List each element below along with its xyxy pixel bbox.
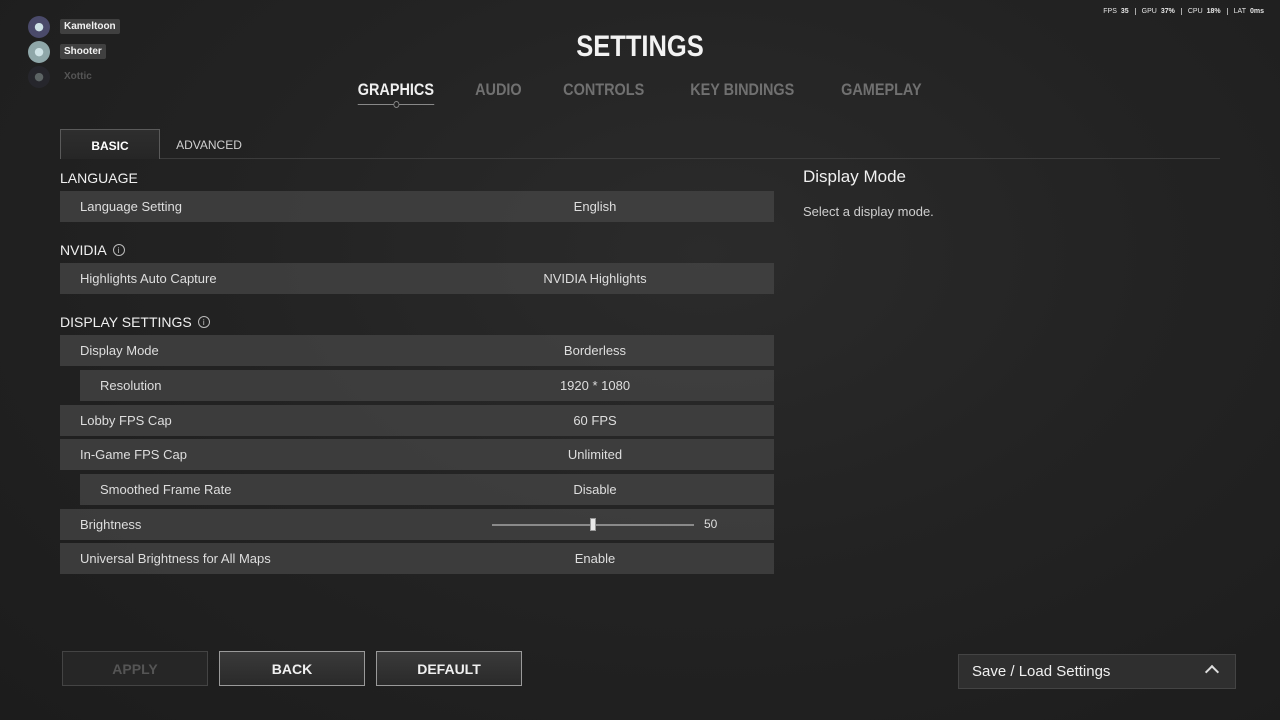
subtab-basic[interactable]: BASIC [60, 129, 160, 159]
detail-title: Display Mode [803, 167, 906, 186]
setting-value[interactable]: NVIDIA Highlights [460, 263, 730, 294]
brightness-value: 50 [704, 517, 718, 531]
setting-value[interactable]: Unlimited [460, 439, 730, 470]
setting-lobby-fps-cap[interactable]: Lobby FPS Cap 60 FPS [60, 405, 774, 436]
avatar: ● [28, 15, 50, 38]
stat-lat: LAT 0ms [1233, 8, 1264, 15]
default-button[interactable]: DEFAULT [376, 651, 522, 686]
setting-resolution[interactable]: Resolution 1920 * 1080 [80, 370, 774, 401]
tab-graphics[interactable]: GRAPHICS [358, 80, 435, 108]
tab-controls[interactable]: CONTROLS [563, 80, 644, 105]
stat-cpu: CPU 18% [1182, 8, 1228, 15]
tab-gameplay[interactable]: GAMEPLAY [841, 80, 922, 105]
info-icon[interactable]: i [112, 244, 125, 256]
save-load-settings-dropdown[interactable]: Save / Load Settings [958, 654, 1236, 689]
setting-ingame-fps-cap[interactable]: In-Game FPS Cap Unlimited [60, 439, 774, 470]
page-title: SETTINGS [576, 30, 704, 63]
setting-universal-brightness[interactable]: Universal Brightness for All Maps Enable [60, 543, 774, 574]
tab-audio[interactable]: AUDIO [475, 80, 522, 105]
setting-smoothed-frame-rate[interactable]: Smoothed Frame Rate Disable [80, 474, 774, 505]
stat-gpu: GPU 37% [1136, 8, 1182, 15]
setting-value[interactable]: Disable [460, 474, 730, 505]
section-display-title: DISPLAY SETTINGS i [60, 314, 210, 330]
setting-value[interactable]: Borderless [460, 335, 730, 366]
info-icon[interactable]: i [197, 316, 210, 328]
slider-thumb[interactable] [590, 518, 596, 531]
section-language-title: LANGUAGE [60, 170, 138, 186]
subtab-advanced[interactable]: ADVANCED [160, 129, 258, 158]
apply-button[interactable]: APPLY [62, 651, 208, 686]
brightness-slider[interactable] [492, 518, 694, 531]
setting-value[interactable]: 60 FPS [460, 405, 730, 436]
performance-stats: FPS 35 GPU 37% CPU 18% LAT 0ms [1097, 8, 1264, 15]
avatar: ● [28, 40, 50, 63]
setting-language[interactable]: Language Setting English [60, 191, 774, 222]
section-nvidia-title: NVIDIA i [60, 242, 125, 258]
tab-key-bindings[interactable]: KEY BINDINGS [691, 80, 795, 105]
setting-value[interactable]: Enable [460, 543, 730, 574]
setting-display-mode[interactable]: Display Mode Borderless [60, 335, 774, 366]
setting-value[interactable]: 1920 * 1080 [460, 370, 730, 401]
setting-highlights-auto-capture[interactable]: Highlights Auto Capture NVIDIA Highlight… [60, 263, 774, 294]
detail-description: Select a display mode. [803, 204, 934, 219]
setting-brightness[interactable]: Brightness 50 [60, 509, 774, 540]
back-button[interactable]: BACK [219, 651, 365, 686]
chevron-up-icon [1204, 664, 1220, 680]
main-tabs: GRAPHICS AUDIO CONTROLS KEY BINDINGS GAM… [0, 80, 1280, 108]
setting-value[interactable]: English [460, 191, 730, 222]
sub-tabs: BASIC ADVANCED [60, 129, 1220, 159]
stat-fps: FPS 35 [1097, 8, 1136, 15]
